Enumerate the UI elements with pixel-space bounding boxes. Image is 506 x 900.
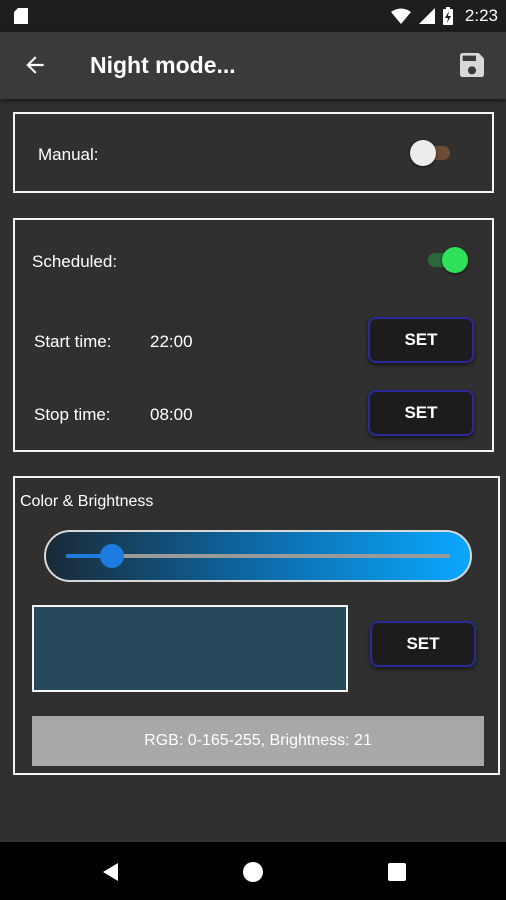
scheduled-card: Scheduled: Start time: 22:00 SET Stop ti… [13,218,494,452]
save-icon[interactable] [456,49,488,81]
color-set-button[interactable]: SET [370,621,476,667]
signal-icon [418,8,435,24]
nav-recents-icon[interactable] [386,861,408,883]
color-brightness-card: Color & Brightness SET RGB: 0-165-255, B… [13,476,500,775]
start-time-value: 22:00 [150,332,193,351]
app-bar: Night mode... [0,32,506,99]
back-arrow-icon[interactable] [22,52,48,78]
start-time-set-button[interactable]: SET [368,317,474,363]
nav-back-icon[interactable] [100,861,122,883]
sd-card-icon [14,8,28,24]
stop-time-set-button[interactable]: SET [368,390,474,436]
slider-thumb[interactable] [100,544,125,568]
stop-time-label: Stop time: [34,405,111,424]
rgb-brightness-readout: RGB: 0-165-255, Brightness: 21 [32,716,484,766]
start-time-label: Start time: [34,332,112,351]
color-brightness-heading: Color & Brightness [20,493,154,510]
navigation-bar [0,842,506,900]
nav-home-icon[interactable] [242,861,264,883]
scheduled-label: Scheduled: [32,252,118,271]
manual-label: Manual: [38,145,99,164]
status-bar: 2:23 [0,0,506,32]
stop-time-value: 08:00 [150,405,193,424]
manual-toggle-knob [410,140,436,166]
color-preview [32,605,348,692]
manual-card: Manual: [13,112,494,193]
brightness-slider[interactable] [44,530,472,582]
manual-toggle[interactable] [410,140,454,166]
battery-icon [442,7,453,25]
scheduled-toggle[interactable] [424,247,468,273]
page-title: Night mode... [90,52,236,78]
scheduled-toggle-knob [442,247,468,273]
clock: 2:23 [464,6,498,25]
wifi-icon [390,8,411,24]
